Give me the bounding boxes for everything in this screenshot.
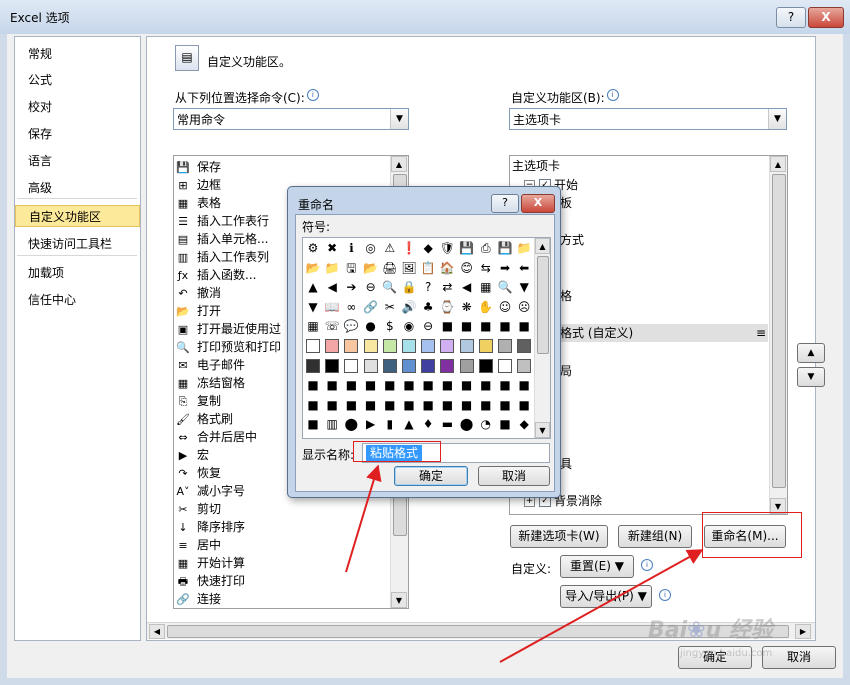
annotation-arrow-rename	[499, 549, 704, 663]
annotation-arrows	[345, 464, 704, 663]
watermark-url: jingyan.baidu.com	[680, 648, 773, 659]
excel-options-window: Excel 选项 ? X 常规 公式 校对 保存 语言 高级 自定义功能区 快速访问工具栏 加载…	[0, 0, 850, 685]
annotation-arrow-name	[345, 464, 382, 573]
watermark-logo: Bai❀u 经验	[648, 618, 773, 643]
